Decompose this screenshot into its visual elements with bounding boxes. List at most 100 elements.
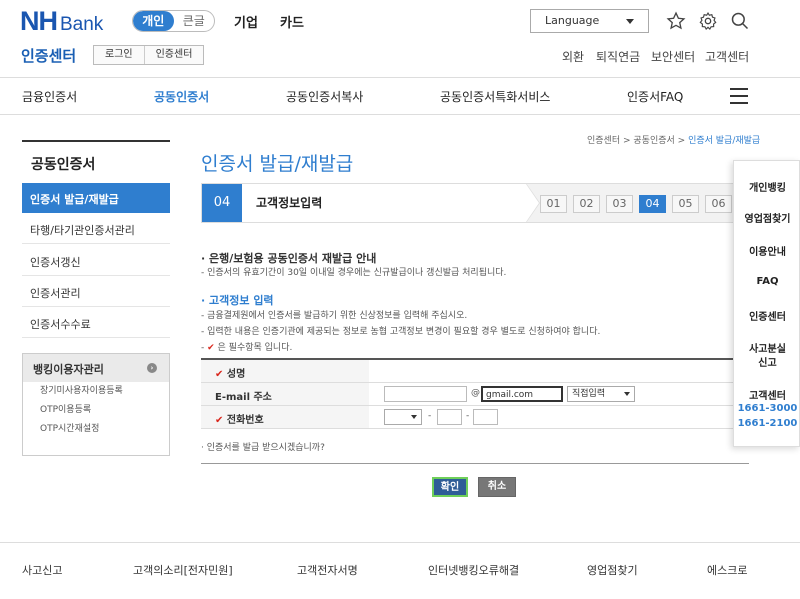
- quick-phone-2[interactable]: 1661-2100: [734, 418, 800, 429]
- chevron-right-icon: ›: [147, 363, 157, 373]
- mode-large-text[interactable]: 큰글: [174, 11, 215, 31]
- bank-sub-otp-time[interactable]: OTP시간재설정: [23, 420, 169, 439]
- email-domain-input[interactable]: gmail.com: [481, 386, 563, 402]
- login-button[interactable]: 로그인: [94, 46, 144, 64]
- lnb-item-manage[interactable]: 인증서관리: [22, 277, 170, 307]
- footer-error-fix[interactable]: 인터넷뱅킹오류해결: [428, 562, 519, 578]
- info-heading: · 고객정보 입력: [201, 294, 274, 307]
- mode-personal[interactable]: 개인: [133, 11, 174, 31]
- quick-lost-report[interactable]: 사고분실: [734, 340, 800, 355]
- email-domain-select[interactable]: 직접입력: [567, 386, 635, 402]
- breadcrumb-current: 인증서 발급/재발급: [688, 136, 761, 146]
- notice-text: - 인증서의 유효기간이 30일 이내일 경우에는 신규발급이나 갱신발급 처리…: [201, 268, 507, 278]
- at-sign: @: [471, 388, 480, 398]
- main-nav: 금융인증서 공동인증서 공동인증서복사 공동인증서특화서비스 인증서FAQ: [0, 77, 800, 115]
- phone-middle-input[interactable]: [437, 409, 462, 425]
- divider: [201, 463, 749, 464]
- banking-user-head[interactable]: 뱅킹이용자관리 ›: [23, 354, 169, 382]
- phone-label-text: 전화번호: [226, 415, 264, 426]
- language-select[interactable]: Language: [530, 9, 649, 33]
- nav-financial-cert[interactable]: 금융인증서: [22, 88, 77, 105]
- customer-form: ✔ 성명 E-mail 주소 @ gmail.com 직접입력 ✔ 전화번호 -…: [201, 358, 749, 429]
- banking-user-box: 뱅킹이용자관리 › 장기미사용자이용등록 OTP이용등록 OTP시간재설정: [22, 353, 170, 456]
- cancel-button[interactable]: 취소: [478, 477, 516, 497]
- language-label: Language: [545, 14, 600, 27]
- email-label-text: E-mail 주소: [215, 392, 272, 403]
- cert-buttons: 로그인 인증센터: [93, 45, 205, 65]
- quick-branch-finder[interactable]: 영업점찾기: [734, 210, 800, 225]
- util-link-forex[interactable]: 외환: [562, 48, 584, 65]
- quick-cert-center[interactable]: 인증센터: [734, 308, 800, 323]
- breadcrumb-item[interactable]: 인증센터: [587, 136, 620, 146]
- gear-icon[interactable]: [698, 11, 718, 31]
- info-line-1: - 금융결제원에서 인증서를 발급하기 위한 신상정보를 입력해 주십시오.: [201, 311, 468, 321]
- required-check-icon: ✔: [207, 343, 215, 353]
- util-link-customer[interactable]: 고객센터: [705, 48, 749, 65]
- nav-joint-cert-copy[interactable]: 공동인증서복사: [286, 88, 363, 105]
- step-box-06: 06: [705, 195, 732, 213]
- bank-sub-otp[interactable]: OTP이용등록: [23, 401, 169, 420]
- lnb-item-renew[interactable]: 인증서갱신: [22, 246, 170, 276]
- page-title: 인증서 발급/재발급: [201, 153, 354, 175]
- logo-bank: Bank: [60, 14, 104, 35]
- current-step: 04 고객정보입력: [202, 184, 527, 222]
- bank-sub-dormant[interactable]: 장기미사용자이용등록: [23, 382, 169, 401]
- search-icon[interactable]: [730, 11, 750, 31]
- chevron-down-icon: [624, 392, 630, 396]
- current-step-number: 04: [202, 184, 242, 222]
- email-id-input[interactable]: [384, 386, 467, 402]
- star-icon[interactable]: [666, 11, 686, 31]
- nav-cert-faq[interactable]: 인증서FAQ: [627, 88, 683, 105]
- issue-question: · 인증서를 발급 받으시겠습니까?: [201, 443, 325, 453]
- chevron-down-icon: [626, 19, 634, 24]
- quick-menu: 개인뱅킹 영업점찾기 이용안내 FAQ 인증센터 사고분실 신고 고객센터 16…: [733, 160, 800, 447]
- breadcrumb-item[interactable]: 공동인증서: [633, 136, 674, 146]
- quick-lost-report-2[interactable]: 신고: [734, 354, 800, 369]
- lnb-item-other-cert[interactable]: 타행/타기관인증서관리: [22, 214, 170, 244]
- phone-last-input[interactable]: [473, 409, 498, 425]
- email-domain-select-value: 직접입력: [572, 389, 606, 399]
- lnb-title: 공동인증서: [22, 140, 170, 183]
- name-label: ✔ 성명: [201, 360, 369, 382]
- footer-e-signature[interactable]: 고객전자서명: [297, 562, 358, 578]
- form-row-phone: ✔ 전화번호 - -: [201, 406, 749, 429]
- current-step-name: 고객정보입력: [256, 196, 323, 210]
- lnb-item-fee[interactable]: 인증서수수료: [22, 308, 170, 338]
- cert-center-button[interactable]: 인증센터: [143, 46, 204, 64]
- footer-escrow[interactable]: 에스크로: [707, 562, 747, 578]
- nav-joint-cert-special[interactable]: 공동인증서특화서비스: [440, 88, 550, 105]
- topnav-corporate[interactable]: 기업: [234, 12, 258, 31]
- phone-dash: -: [466, 411, 470, 421]
- mode-switch: 개인 큰글: [132, 10, 215, 32]
- step-box-01: 01: [540, 195, 567, 213]
- topnav-card[interactable]: 카드: [280, 12, 304, 31]
- confirm-button[interactable]: 확인: [432, 477, 468, 497]
- required-note: - ✔ 은 필수항목 입니다.: [201, 343, 293, 353]
- quick-faq[interactable]: FAQ: [734, 276, 800, 287]
- quick-customer-center: 고객센터: [749, 391, 786, 402]
- footer-accident-report[interactable]: 사고신고: [22, 562, 62, 578]
- info-line-2: - 입력한 내용은 인증기관에 제공되는 정보로 농협 고객정보 변경이 필요할…: [201, 327, 601, 337]
- nh-bank-logo[interactable]: NH Bank: [20, 6, 103, 36]
- footer-branch-finder[interactable]: 영업점찾기: [587, 562, 638, 578]
- quick-phone-1[interactable]: 1661-3000: [734, 403, 800, 414]
- step-box-05: 05: [672, 195, 699, 213]
- util-link-security[interactable]: 보안센터: [651, 48, 695, 65]
- lnb-item-issue[interactable]: 인증서 발급/재발급: [22, 183, 170, 213]
- required-check-icon: ✔: [215, 369, 224, 380]
- step-box-03: 03: [606, 195, 633, 213]
- email-label: E-mail 주소: [201, 383, 369, 405]
- name-label-text: 성명: [226, 369, 246, 380]
- quick-personal-banking[interactable]: 개인뱅킹: [734, 179, 800, 194]
- required-check-icon: ✔: [215, 415, 224, 426]
- menu-icon[interactable]: [730, 88, 748, 104]
- footer-customer-voice[interactable]: 고객의소리[전자민원]: [133, 562, 233, 578]
- quick-usage-guide[interactable]: 이용안내: [734, 243, 800, 258]
- step-box-04: 04: [639, 195, 666, 213]
- phone-prefix-select[interactable]: [384, 409, 422, 425]
- step-bar: 04 고객정보입력 01 02 03 04 05 06: [201, 183, 735, 223]
- nav-joint-cert[interactable]: 공동인증서: [154, 88, 209, 105]
- util-link-pension[interactable]: 퇴직연금: [596, 48, 640, 65]
- cert-center-title: 인증센터: [21, 47, 77, 65]
- phone-label: ✔ 전화번호: [201, 406, 369, 428]
